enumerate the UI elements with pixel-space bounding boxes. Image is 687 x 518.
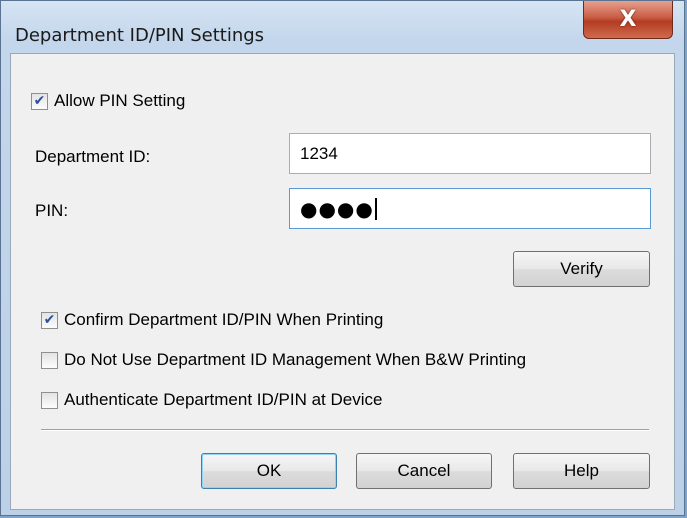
authenticate-device-label: Authenticate Department ID/PIN at Device — [64, 390, 383, 409]
confirm-id-pin-checkbox[interactable] — [41, 311, 58, 329]
bw-printing-label: Do Not Use Department ID Management When… — [64, 350, 527, 369]
dialog-body: Allow PIN Setting Department ID: 1234 PI… — [10, 53, 675, 510]
verify-button[interactable]: Verify — [513, 251, 650, 287]
bw-printing-checkbox[interactable] — [41, 351, 58, 369]
option-row-authenticate-device[interactable]: Authenticate Department ID/PIN at Device — [41, 390, 382, 410]
department-id-input[interactable]: 1234 — [289, 133, 651, 174]
dialog-title: Department ID/PIN Settings — [15, 25, 265, 46]
confirm-id-pin-label: Confirm Department ID/PIN When Printing — [64, 310, 384, 329]
allow-pin-checkbox[interactable] — [31, 92, 48, 110]
close-icon: X — [619, 7, 637, 32]
ok-button[interactable]: OK — [201, 453, 337, 489]
text-caret — [374, 197, 377, 220]
department-id-value: 1234 — [300, 143, 338, 163]
dialog-window: Department ID/PIN Settings X Allow PIN S… — [0, 0, 685, 516]
pin-label: PIN: — [35, 201, 69, 220]
option-row-confirm-id-pin[interactable]: Confirm Department ID/PIN When Printing — [41, 310, 383, 330]
separator — [41, 429, 649, 431]
title-bar[interactable]: Department ID/PIN Settings X — [1, 1, 684, 53]
department-id-label: Department ID: — [35, 147, 151, 166]
option-row-bw-printing[interactable]: Do Not Use Department ID Management When… — [41, 350, 526, 370]
pin-input[interactable]: ●●●● — [289, 188, 651, 229]
cancel-button[interactable]: Cancel — [356, 453, 492, 489]
allow-pin-row[interactable]: Allow PIN Setting — [31, 91, 185, 111]
allow-pin-label: Allow PIN Setting — [54, 91, 186, 110]
help-button[interactable]: Help — [513, 453, 650, 489]
authenticate-device-checkbox[interactable] — [41, 391, 58, 409]
pin-masked-value: ●●●● — [300, 196, 374, 221]
close-button[interactable]: X — [583, 1, 673, 39]
